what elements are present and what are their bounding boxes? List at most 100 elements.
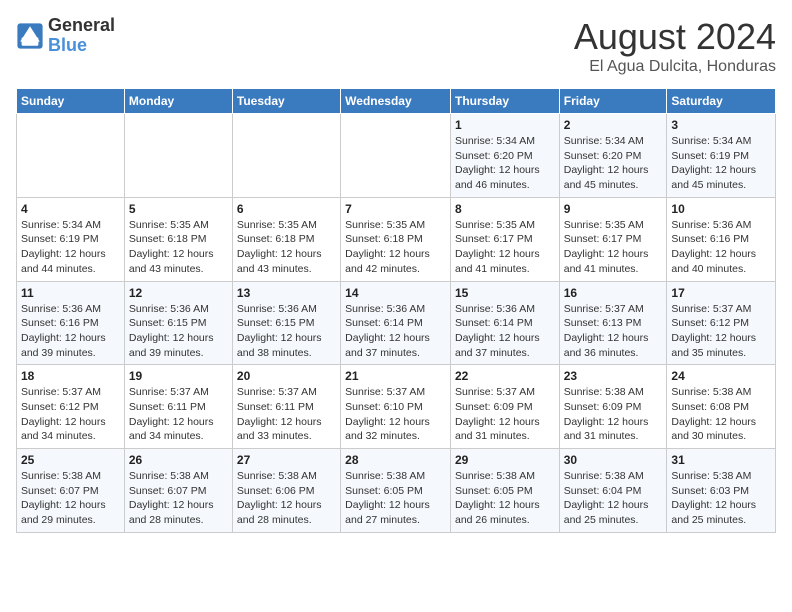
day-info: Sunrise: 5:34 AM Sunset: 6:19 PM Dayligh… [671,134,771,193]
weekday-saturday: Saturday [667,89,776,114]
calendar-cell: 10 Sunrise: 5:36 AM Sunset: 6:16 PM Dayli… [667,197,776,281]
calendar-cell: 3 Sunrise: 5:34 AM Sunset: 6:19 PM Daylig… [667,114,776,198]
day-info: Sunrise: 5:38 AM Sunset: 6:07 PM Dayligh… [129,469,228,528]
day-info: Sunrise: 5:38 AM Sunset: 6:04 PM Dayligh… [564,469,663,528]
calendar-cell: 18 Sunrise: 5:37 AM Sunset: 6:12 PM Dayli… [17,365,125,449]
day-info: Sunrise: 5:36 AM Sunset: 6:15 PM Dayligh… [237,302,336,361]
weekday-tuesday: Tuesday [232,89,340,114]
weekday-sunday: Sunday [17,89,125,114]
day-number: 15 [455,286,555,300]
day-number: 30 [564,453,663,467]
calendar-cell: 27 Sunrise: 5:38 AM Sunset: 6:06 PM Dayli… [232,449,340,533]
day-info: Sunrise: 5:38 AM Sunset: 6:06 PM Dayligh… [237,469,336,528]
day-number: 29 [455,453,555,467]
calendar-cell: 6Sunrise: 5:35 AM Sunset: 6:18 PM Daylig… [232,197,340,281]
day-number: 1 [455,118,555,132]
calendar-cell: 20 Sunrise: 5:37 AM Sunset: 6:11 PM Dayli… [232,365,340,449]
day-number: 18 [21,369,120,383]
week-row-1: 1 Sunrise: 5:34 AM Sunset: 6:20 PM Daylig… [17,114,776,198]
day-info: Sunrise: 5:37 AM Sunset: 6:11 PM Dayligh… [237,385,336,444]
calendar-cell: 15Sunrise: 5:36 AM Sunset: 6:14 PM Dayli… [450,281,559,365]
weekday-thursday: Thursday [450,89,559,114]
day-number: 7 [345,202,446,216]
day-info: Sunrise: 5:38 AM Sunset: 6:05 PM Dayligh… [345,469,446,528]
calendar-cell: 9 Sunrise: 5:35 AM Sunset: 6:17 PM Daylig… [559,197,667,281]
calendar-table: SundayMondayTuesdayWednesdayThursdayFrid… [16,88,776,533]
day-info: Sunrise: 5:38 AM Sunset: 6:03 PM Dayligh… [671,469,771,528]
day-number: 9 [564,202,663,216]
week-row-3: 11Sunrise: 5:36 AM Sunset: 6:16 PM Dayli… [17,281,776,365]
calendar-cell: 11Sunrise: 5:36 AM Sunset: 6:16 PM Dayli… [17,281,125,365]
calendar-body: 1 Sunrise: 5:34 AM Sunset: 6:20 PM Daylig… [17,114,776,533]
day-info: Sunrise: 5:38 AM Sunset: 6:08 PM Dayligh… [671,385,771,444]
day-number: 26 [129,453,228,467]
day-number: 3 [671,118,771,132]
day-number: 10 [671,202,771,216]
logo-icon [16,22,44,50]
day-info: Sunrise: 5:35 AM Sunset: 6:18 PM Dayligh… [129,218,228,277]
day-info: Sunrise: 5:37 AM Sunset: 6:12 PM Dayligh… [671,302,771,361]
calendar-cell: 19Sunrise: 5:37 AM Sunset: 6:11 PM Dayli… [124,365,232,449]
day-number: 11 [21,286,120,300]
day-number: 24 [671,369,771,383]
day-number: 22 [455,369,555,383]
calendar-cell: 24 Sunrise: 5:38 AM Sunset: 6:08 PM Dayli… [667,365,776,449]
calendar-cell: 31 Sunrise: 5:38 AM Sunset: 6:03 PM Dayli… [667,449,776,533]
calendar-cell: 29 Sunrise: 5:38 AM Sunset: 6:05 PM Dayli… [450,449,559,533]
day-info: Sunrise: 5:38 AM Sunset: 6:09 PM Dayligh… [564,385,663,444]
calendar-cell: 23Sunrise: 5:38 AM Sunset: 6:09 PM Dayli… [559,365,667,449]
day-info: Sunrise: 5:38 AM Sunset: 6:05 PM Dayligh… [455,469,555,528]
logo: GeneralBlue [16,16,115,56]
day-number: 16 [564,286,663,300]
day-number: 21 [345,369,446,383]
calendar-cell: 2 Sunrise: 5:34 AM Sunset: 6:20 PM Daylig… [559,114,667,198]
calendar-cell: 13 Sunrise: 5:36 AM Sunset: 6:15 PM Dayli… [232,281,340,365]
calendar-cell [124,114,232,198]
calendar-cell: 5 Sunrise: 5:35 AM Sunset: 6:18 PM Daylig… [124,197,232,281]
calendar-cell: 30 Sunrise: 5:38 AM Sunset: 6:04 PM Dayli… [559,449,667,533]
calendar-cell: 28Sunrise: 5:38 AM Sunset: 6:05 PM Dayli… [341,449,451,533]
day-info: Sunrise: 5:37 AM Sunset: 6:09 PM Dayligh… [455,385,555,444]
calendar-cell: 14Sunrise: 5:36 AM Sunset: 6:14 PM Dayli… [341,281,451,365]
day-info: Sunrise: 5:35 AM Sunset: 6:17 PM Dayligh… [455,218,555,277]
day-number: 14 [345,286,446,300]
day-number: 2 [564,118,663,132]
location: El Agua Dulcita, Honduras [574,58,776,76]
weekday-header-row: SundayMondayTuesdayWednesdayThursdayFrid… [17,89,776,114]
day-number: 5 [129,202,228,216]
calendar-cell: 8 Sunrise: 5:35 AM Sunset: 6:17 PM Daylig… [450,197,559,281]
day-info: Sunrise: 5:34 AM Sunset: 6:20 PM Dayligh… [455,134,555,193]
calendar-cell [17,114,125,198]
day-info: Sunrise: 5:36 AM Sunset: 6:15 PM Dayligh… [129,302,228,361]
weekday-wednesday: Wednesday [341,89,451,114]
day-number: 12 [129,286,228,300]
day-info: Sunrise: 5:34 AM Sunset: 6:20 PM Dayligh… [564,134,663,193]
day-info: Sunrise: 5:34 AM Sunset: 6:19 PM Dayligh… [21,218,120,277]
day-info: Sunrise: 5:35 AM Sunset: 6:18 PM Dayligh… [345,218,446,277]
day-number: 27 [237,453,336,467]
day-number: 20 [237,369,336,383]
calendar-header: SundayMondayTuesdayWednesdayThursdayFrid… [17,89,776,114]
day-number: 13 [237,286,336,300]
day-number: 6 [237,202,336,216]
day-info: Sunrise: 5:36 AM Sunset: 6:16 PM Dayligh… [671,218,771,277]
calendar-cell: 22 Sunrise: 5:37 AM Sunset: 6:09 PM Dayli… [450,365,559,449]
day-number: 25 [21,453,120,467]
day-info: Sunrise: 5:38 AM Sunset: 6:07 PM Dayligh… [21,469,120,528]
day-info: Sunrise: 5:37 AM Sunset: 6:12 PM Dayligh… [21,385,120,444]
day-info: Sunrise: 5:37 AM Sunset: 6:10 PM Dayligh… [345,385,446,444]
week-row-2: 4Sunrise: 5:34 AM Sunset: 6:19 PM Daylig… [17,197,776,281]
calendar-cell: 7 Sunrise: 5:35 AM Sunset: 6:18 PM Daylig… [341,197,451,281]
calendar-cell [341,114,451,198]
day-info: Sunrise: 5:35 AM Sunset: 6:17 PM Dayligh… [564,218,663,277]
logo-text: GeneralBlue [48,16,115,56]
week-row-4: 18 Sunrise: 5:37 AM Sunset: 6:12 PM Dayli… [17,365,776,449]
calendar-cell: 16 Sunrise: 5:37 AM Sunset: 6:13 PM Dayli… [559,281,667,365]
calendar-cell [232,114,340,198]
calendar-cell: 26 Sunrise: 5:38 AM Sunset: 6:07 PM Dayli… [124,449,232,533]
day-number: 17 [671,286,771,300]
weekday-monday: Monday [124,89,232,114]
day-info: Sunrise: 5:37 AM Sunset: 6:13 PM Dayligh… [564,302,663,361]
day-number: 8 [455,202,555,216]
day-number: 31 [671,453,771,467]
